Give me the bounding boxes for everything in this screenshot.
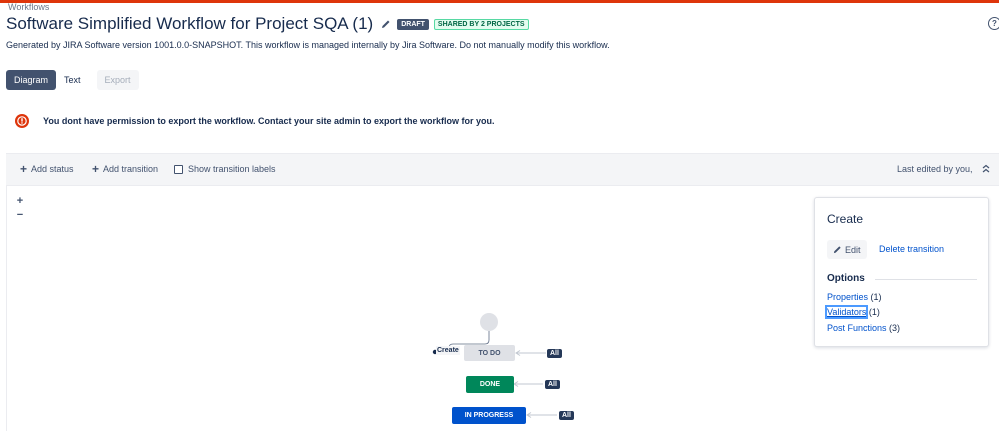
create-transition-label[interactable]: Create	[436, 346, 460, 355]
edit-button[interactable]: Edit	[827, 240, 867, 259]
delete-transition-link[interactable]: Delete transition	[879, 244, 944, 254]
all-badge[interactable]: All	[547, 349, 562, 358]
transition-properties-panel: Create Edit Delete transition Options Pr…	[814, 197, 989, 347]
options-heading: Options	[827, 273, 865, 284]
initial-state-circle	[480, 313, 498, 331]
properties-count: (1)	[870, 292, 882, 302]
status-done[interactable]: DONE	[466, 376, 514, 393]
option-validators: Validators (1)	[824, 305, 880, 319]
post-functions-link[interactable]: Post Functions	[827, 323, 887, 333]
pencil-icon	[833, 246, 841, 254]
validators-count: (1)	[868, 307, 880, 317]
status-in-progress[interactable]: IN PROGRESS	[452, 407, 526, 424]
validators-link[interactable]: Validators	[824, 305, 869, 319]
all-badge[interactable]: All	[545, 380, 560, 389]
properties-link[interactable]: Properties	[827, 292, 868, 302]
panel-title: Create	[827, 212, 864, 226]
option-post-functions: Post Functions (3)	[827, 323, 900, 333]
post-functions-count: (3)	[889, 323, 901, 333]
option-properties: Properties (1)	[827, 292, 882, 302]
edit-label: Edit	[845, 244, 861, 255]
status-todo[interactable]: TO DO	[464, 345, 515, 361]
divider	[875, 279, 977, 280]
all-badge[interactable]: All	[559, 411, 574, 420]
